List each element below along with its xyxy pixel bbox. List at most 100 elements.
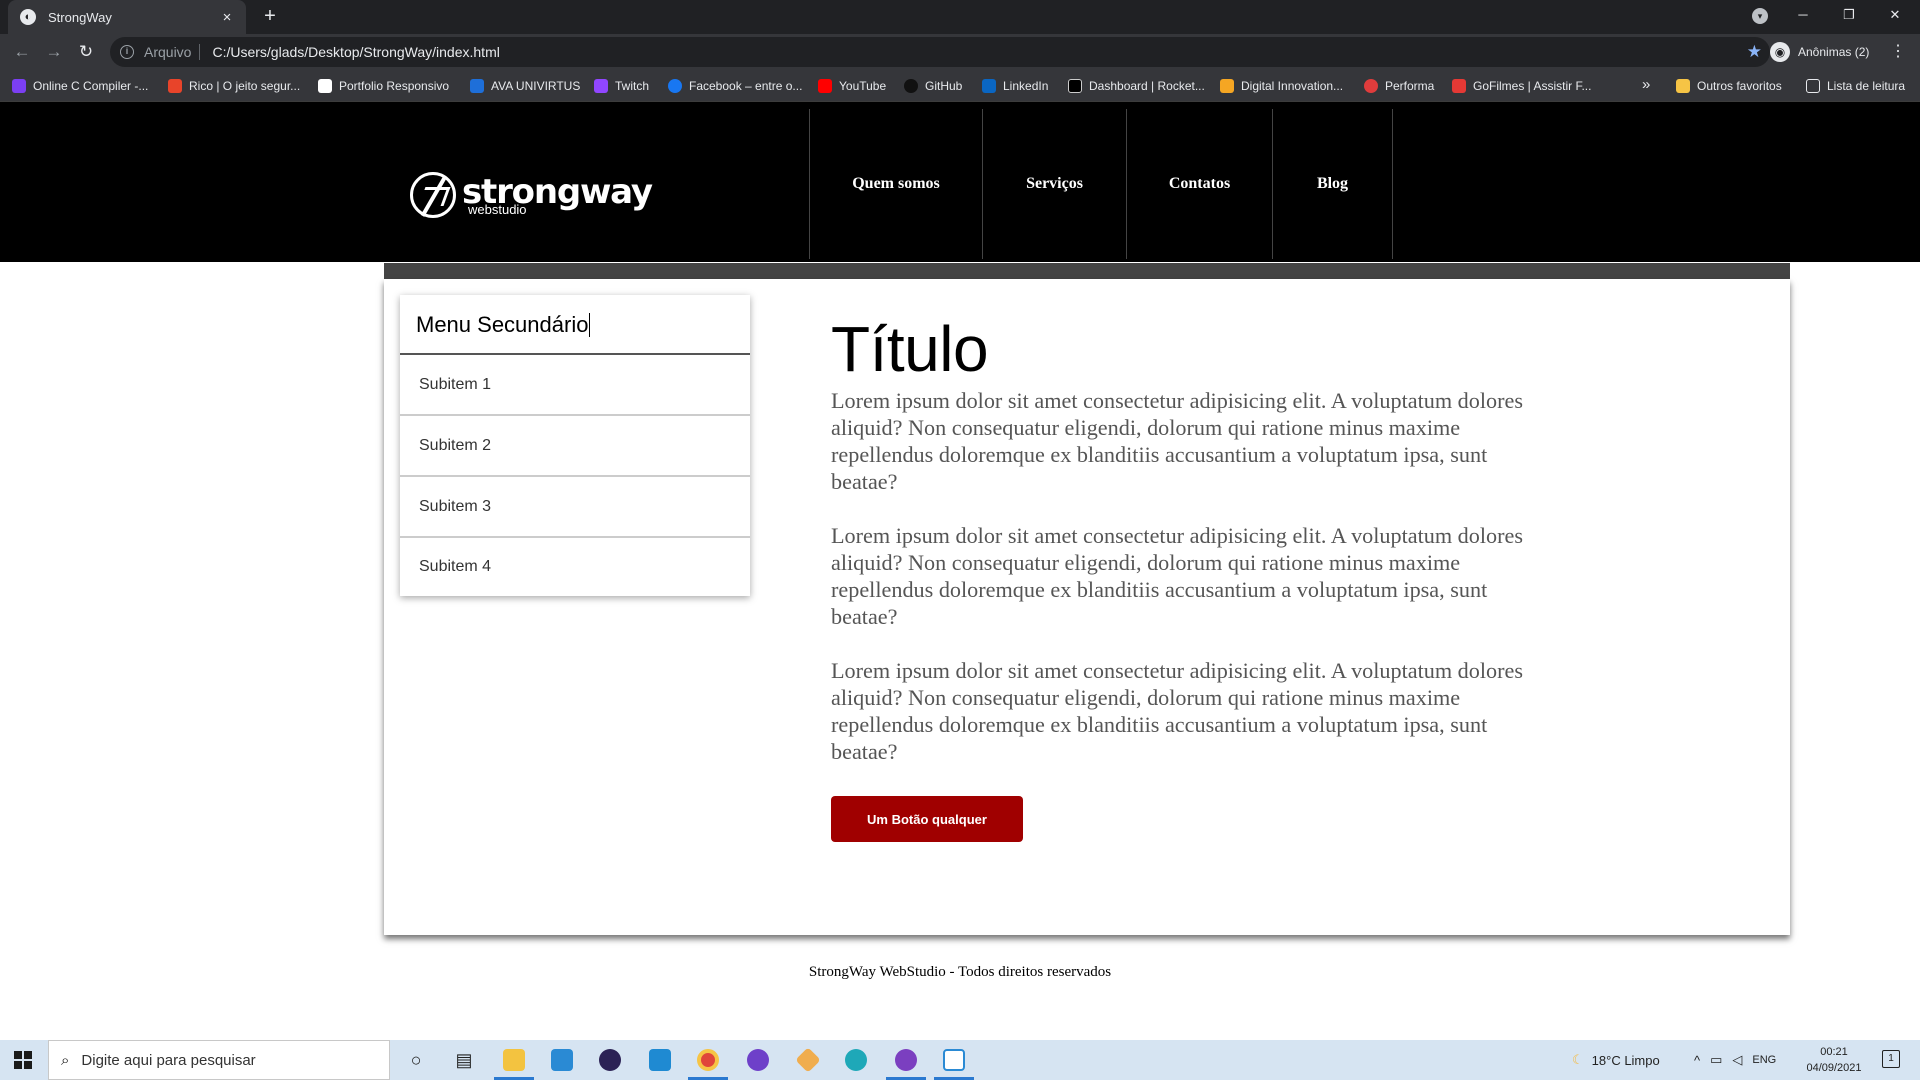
vscode-icon[interactable] [646,1046,674,1074]
nav-link-quem-somos[interactable]: Quem somos [809,109,982,259]
bookmark-favicon-icon [982,79,996,93]
url-text[interactable]: C:/Users/glads/Desktop/StrongWay/index.h… [212,44,1746,60]
minimize-button[interactable]: ─ [1780,0,1826,30]
tray-icons: ^ ▭ ◁ ENG [1694,1040,1776,1080]
edge-icon[interactable] [842,1046,870,1074]
bookmark-item[interactable]: YouTube [818,78,886,94]
bookmark-item[interactable]: Portfolio Responsivo [318,78,449,94]
paragraph: Lorem ipsum dolor sit amet consectetur a… [831,388,1524,494]
text-cursor [589,313,591,337]
profile-label: Anônimas (2) [1798,45,1870,59]
reading-list-label: Lista de leitura [1827,79,1906,93]
bookmark-item[interactable]: Facebook – entre o... [668,78,802,94]
bookmark-label: GitHub [925,79,963,93]
secondary-menu-item[interactable]: Subitem 3 [400,477,750,538]
bookmark-favicon-icon [594,79,608,93]
address-bar[interactable]: i Arquivo C:/Users/glads/Desktop/StrongW… [110,37,1770,67]
bookmark-label: Twitch [615,79,650,93]
task-view-icon[interactable]: ▤ [450,1046,478,1074]
logo-subtitle: webstudio [468,201,527,217]
paragraph: Lorem ipsum dolor sit amet consectetur a… [831,658,1524,764]
nav-link-servicos[interactable]: Serviços [982,109,1126,259]
secondary-menu-item[interactable]: Subitem 4 [400,538,750,596]
content-top-bar [384,263,1790,279]
forward-arrow-icon[interactable]: → [42,40,66,64]
site-footer: StrongWay WebStudio - Todos direitos res… [808,964,1112,980]
restore-button[interactable]: ❐ [1826,0,1872,30]
bookmark-item[interactable]: Online C Compiler -... [12,78,148,94]
page-title: Título [831,313,989,385]
bookmark-item[interactable]: Performa [1364,78,1434,94]
page-viewport: strongway webstudio Quem somos Serviços … [0,102,1920,1040]
bookmark-item[interactable]: Rico | O jeito segur... [168,78,300,94]
clock-time: 00:21 [1820,1046,1848,1058]
eclipse-icon[interactable] [596,1046,624,1074]
secondary-menu-title-text: Menu Secundário [416,312,589,337]
strongway-logo-icon [410,172,456,218]
profile-button[interactable]: ◉ Anônimas (2) [1770,40,1869,64]
tab-search-icon[interactable]: ▾ [1752,8,1768,24]
bookmark-favicon-icon [1364,79,1378,93]
site-logo[interactable]: strongway webstudio [410,172,653,218]
secondary-menu-item[interactable]: Subitem 1 [400,355,750,416]
store-icon[interactable] [548,1046,576,1074]
weather-widget[interactable]: ☾ 18°C Limpo [1572,1040,1660,1080]
primary-button[interactable]: Um Botão qualquer [831,796,1023,842]
bookmark-star-icon[interactable]: ★ [1747,42,1762,62]
bookmark-item[interactable]: GoFilmes | Assistir F... [1452,78,1591,94]
browser-tab[interactable]: ◐ StrongWay × [8,0,246,34]
bookmark-item[interactable]: Dashboard | Rocket... [1068,78,1205,94]
start-button[interactable] [0,1040,46,1080]
window-app-icon[interactable] [940,1046,968,1074]
bookmark-item[interactable]: Digital Innovation... [1220,78,1343,94]
bookmark-favicon-icon [668,79,682,93]
taskbar-search[interactable]: ⌕ Digite aqui para pesquisar [48,1040,390,1080]
site-header: strongway webstudio Quem somos Serviços … [0,102,1920,262]
secondary-menu-title: Menu Secundário [400,295,750,355]
bookmark-item[interactable]: Twitch [594,78,649,94]
bookmark-item[interactable]: AVA UNIVIRTUS [470,78,580,94]
nav-link-contatos[interactable]: Contatos [1126,109,1272,259]
menu-kebab-icon[interactable]: ⋮ [1890,40,1906,64]
info-icon[interactable]: i [120,45,134,59]
bookmark-label: GoFilmes | Assistir F... [1473,79,1592,93]
main-content: Título Lorem ipsum dolor sit amet consec… [831,315,1551,842]
browser-toolbar: ← → ↻ i Arquivo C:/Users/glads/Desktop/S… [0,34,1920,70]
chevron-up-icon[interactable]: ^ [1694,1053,1700,1068]
bookmark-favicon-icon [904,79,918,93]
file-explorer-icon[interactable] [500,1046,528,1074]
globe-icon: ◐ [20,9,36,25]
close-window-button[interactable]: ✕ [1872,0,1918,30]
bookmark-item[interactable]: LinkedIn [982,78,1048,94]
bookmark-favicon-icon [1220,79,1234,93]
git-kraken-icon[interactable] [794,1046,822,1074]
tab-close-icon[interactable]: × [218,9,236,26]
github-icon[interactable] [892,1046,920,1074]
volume-icon[interactable]: ◁ [1732,1052,1742,1068]
bookmark-favicon-icon [168,79,182,93]
reading-list[interactable]: Lista de leitura [1806,78,1905,94]
network-icon[interactable]: ▭ [1710,1052,1722,1068]
nav-link-blog[interactable]: Blog [1272,109,1393,259]
new-tab-button[interactable]: + [258,4,282,28]
tab-title: StrongWay [48,9,112,25]
notification-icon[interactable]: 1 [1882,1050,1900,1068]
bookmark-item[interactable]: GitHub [904,78,962,94]
back-arrow-icon[interactable]: ← [10,40,34,64]
chrome-icon[interactable] [694,1046,722,1074]
cortana-icon[interactable]: ○ [402,1046,430,1074]
reload-icon[interactable]: ↻ [74,40,98,64]
language-indicator[interactable]: ENG [1752,1054,1776,1066]
secondary-menu: Menu Secundário Subitem 1 Subitem 2 Subi… [400,295,750,596]
clock[interactable]: 00:21 04/09/2021 [1800,1044,1868,1076]
bookmark-label: Dashboard | Rocket... [1089,79,1205,93]
secondary-menu-item[interactable]: Subitem 2 [400,416,750,477]
bookmarks-overflow-icon[interactable]: » [1642,76,1650,93]
other-bookmarks[interactable]: Outros favoritos [1676,78,1782,94]
search-icon: ⌕ [61,1051,70,1069]
github-desktop-icon[interactable] [744,1046,772,1074]
bookmark-favicon-icon [1452,79,1466,93]
other-bookmarks-label: Outros favoritos [1697,79,1782,93]
address-separator [199,44,201,60]
bookmark-favicon-icon [1068,79,1082,93]
